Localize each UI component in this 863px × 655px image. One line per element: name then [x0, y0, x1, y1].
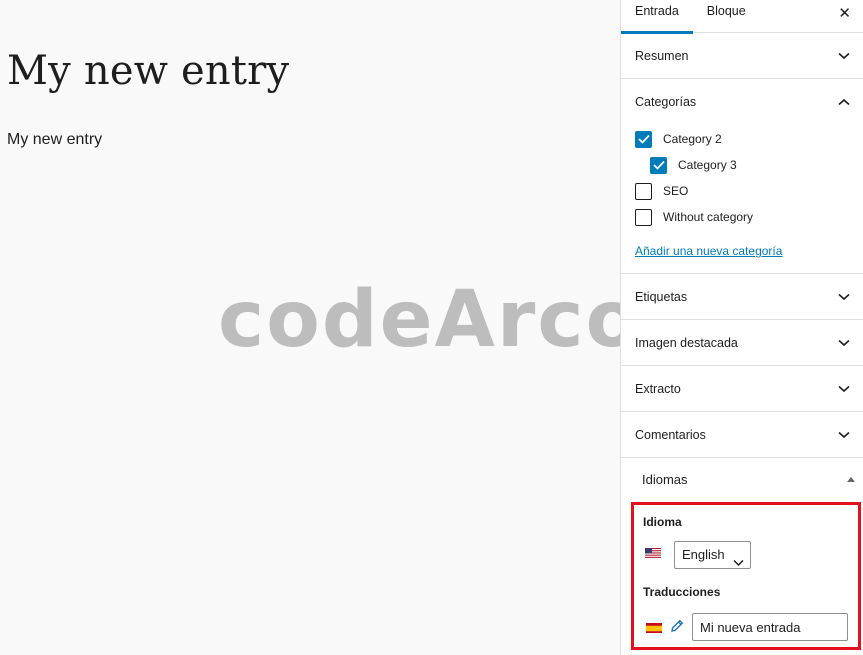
category-checkbox[interactable] — [635, 130, 652, 148]
post-title[interactable]: My new entry — [7, 48, 289, 94]
tab-entrada[interactable]: Entrada — [621, 0, 693, 34]
panel-comentarios-label: Comentarios — [635, 427, 706, 442]
category-item[interactable]: Category 2 — [635, 126, 863, 152]
category-checkbox[interactable] — [635, 182, 652, 200]
chevron-down-icon — [733, 550, 744, 576]
sidebar-tabs: Entrada Bloque ✕ — [621, 0, 863, 34]
check-icon — [652, 160, 665, 170]
tab-bloque[interactable]: Bloque — [693, 0, 760, 33]
category-list: Category 2 Category 3 SEO Without catego… — [621, 124, 863, 230]
panel-imagen-destacada: Imagen destacada — [621, 320, 863, 366]
post-paragraph[interactable]: My new entry — [7, 131, 102, 149]
panel-idiomas-label: Idiomas — [642, 471, 688, 487]
chevron-down-icon — [837, 290, 851, 304]
us-flag-icon — [645, 547, 661, 558]
chevron-up-icon — [837, 95, 851, 109]
translation-title-input[interactable] — [692, 613, 848, 641]
panel-categorias-toggle[interactable]: Categorías — [621, 79, 863, 124]
panel-categorias-label: Categorías — [635, 94, 697, 109]
panel-comentarios: Comentarios — [621, 412, 863, 458]
settings-sidebar: Entrada Bloque ✕ Resumen Categorías Cate… — [620, 0, 863, 655]
category-label: SEO — [663, 184, 689, 198]
languages-highlight-box: Idioma English Traducciones — [631, 502, 861, 650]
language-select[interactable]: English — [674, 541, 751, 569]
chevron-down-icon — [837, 382, 851, 396]
panel-etiquetas-label: Etiquetas — [635, 289, 688, 304]
panel-etiquetas-toggle[interactable]: Etiquetas — [621, 274, 863, 319]
category-label: Category 3 — [678, 158, 737, 172]
category-label: Without category — [663, 210, 754, 224]
panel-extracto-toggle[interactable]: Extracto — [621, 366, 863, 411]
panel-imagen-label: Imagen destacada — [635, 335, 738, 350]
chevron-down-icon — [837, 49, 851, 63]
category-item[interactable]: Without category — [635, 204, 863, 230]
collapse-arrow-icon — [847, 476, 855, 482]
spain-flag-icon — [646, 622, 662, 633]
editor-canvas: My new entry My new entry — [0, 0, 620, 655]
panel-extracto-label: Extracto — [635, 381, 681, 396]
category-item[interactable]: Category 3 — [635, 152, 863, 178]
translations-label: Traducciones — [643, 585, 721, 599]
category-checkbox[interactable] — [650, 156, 667, 174]
chevron-down-icon — [837, 428, 851, 442]
panel-comentarios-toggle[interactable]: Comentarios — [621, 412, 863, 457]
chevron-down-icon — [837, 336, 851, 350]
check-icon — [637, 134, 650, 144]
category-checkbox[interactable] — [635, 208, 652, 226]
add-category-link[interactable]: Añadir una nueva categoría — [635, 244, 782, 258]
category-label: Category 2 — [663, 132, 722, 146]
close-icon[interactable]: ✕ — [838, 4, 851, 22]
panel-resumen-label: Resumen — [635, 48, 689, 63]
panel-extracto: Extracto — [621, 366, 863, 412]
panel-resumen-toggle[interactable]: Resumen — [621, 33, 863, 78]
language-select-value: English — [682, 547, 725, 562]
language-label: Idioma — [643, 515, 682, 529]
pencil-icon[interactable] — [670, 619, 684, 633]
panel-imagen-toggle[interactable]: Imagen destacada — [621, 320, 863, 365]
panel-etiquetas: Etiquetas — [621, 274, 863, 320]
panel-resumen: Resumen — [621, 33, 863, 79]
panel-idiomas-toggle[interactable]: Idiomas — [621, 458, 863, 500]
category-item[interactable]: SEO — [635, 178, 863, 204]
panel-categorias: Categorías Category 2 Category 3 SEO Wit… — [621, 79, 863, 274]
